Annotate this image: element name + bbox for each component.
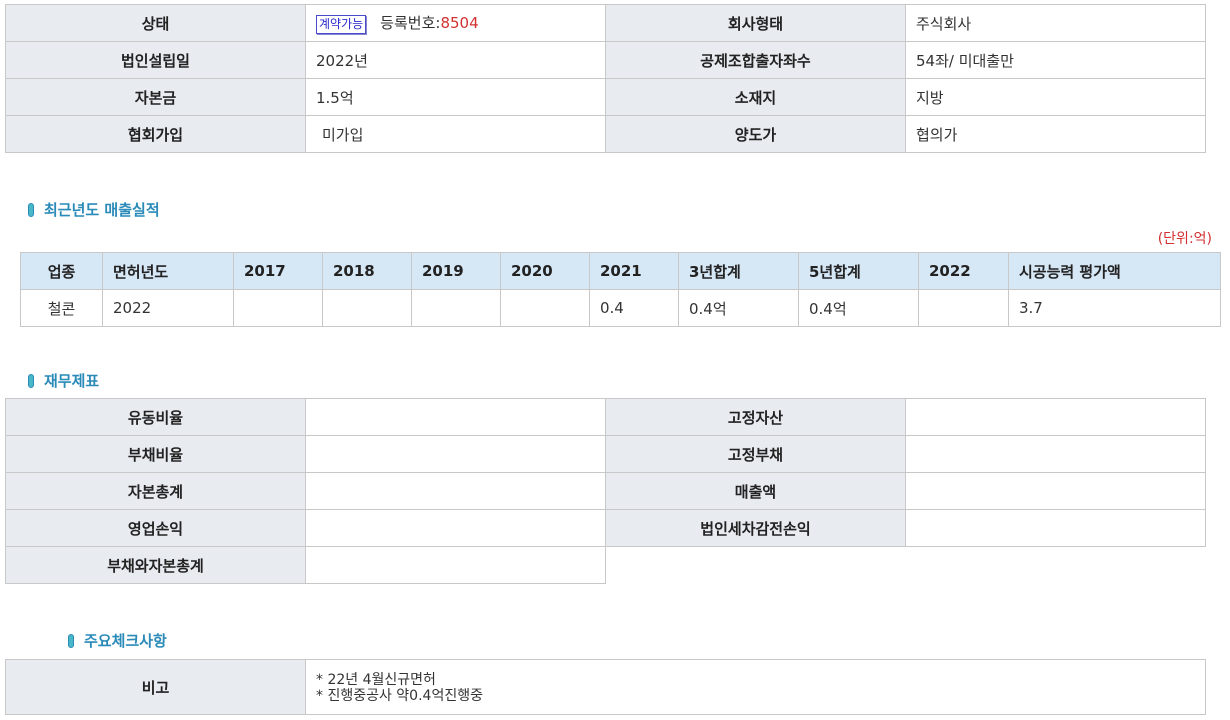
table-cell: 철콘	[20, 289, 103, 327]
company-info-table: 상태 계약가능 등록번호:8504 회사형태 주식회사 법인설립일 2022년 공…	[5, 4, 1206, 153]
table-cell	[233, 289, 323, 327]
table-cell	[411, 289, 501, 327]
sales-title: 최근년도 매출실적	[44, 201, 160, 219]
fin-value	[905, 435, 1206, 473]
table-cell: 0.4억	[798, 289, 919, 327]
table-cell	[918, 289, 1009, 327]
location-value: 지방	[905, 78, 1206, 116]
fin-value	[905, 398, 1206, 436]
notes-section-title: 주요체크사항	[68, 630, 167, 651]
table-row: 부채와자본총계	[5, 546, 1206, 584]
note-line: * 22년 4월신규면허	[316, 672, 436, 688]
finance-table: 유동비율 고정자산 부채비율 고정부채 자본총계 매출액 영업손익 법인세차감전…	[5, 398, 1206, 584]
capital-value: 1.5억	[305, 78, 606, 116]
accounts-label: 공제조합출자좌수	[605, 41, 906, 79]
col-header: 5년합계	[798, 252, 919, 290]
table-row: 유동비율 고정자산	[5, 398, 1206, 436]
fin-value	[305, 398, 606, 436]
assoc-label: 협회가입	[5, 115, 306, 153]
company-type-value: 주식회사	[905, 4, 1206, 42]
table-row: 자본금 1.5억 소재지 지방	[5, 78, 1206, 116]
sales-table: 업종 면허년도 2017 2018 2019 2020 2021 3년합계 5년…	[20, 252, 1221, 327]
fin-value	[305, 546, 606, 584]
col-header: 2019	[411, 252, 501, 290]
notes-title: 주요체크사항	[84, 632, 167, 650]
col-header: 시공능력 평가액	[1008, 252, 1221, 290]
col-header: 업종	[20, 252, 103, 290]
table-row: 협회가입 미가입 양도가 협의가	[5, 115, 1206, 153]
pill-icon	[68, 633, 74, 648]
fin-label: 자본총계	[5, 472, 306, 510]
finance-title: 재무제표	[44, 372, 100, 390]
price-value: 협의가	[905, 115, 1206, 153]
table-cell: 2022	[102, 289, 234, 327]
table-cell: 0.4억	[678, 289, 799, 327]
fin-label: 고정자산	[605, 398, 906, 436]
fin-value	[305, 435, 606, 473]
fin-value	[305, 472, 606, 510]
assoc-value: 미가입	[305, 115, 606, 153]
col-header: 2017	[233, 252, 323, 290]
fin-value	[905, 472, 1206, 510]
table-row: 자본총계 매출액	[5, 472, 1206, 510]
col-header: 2022	[918, 252, 1009, 290]
fin-label: 영업손익	[5, 509, 306, 547]
fin-label: 매출액	[605, 472, 906, 510]
fin-value	[905, 509, 1206, 547]
status-label: 상태	[5, 4, 306, 42]
fin-label: 부채와자본총계	[5, 546, 306, 584]
fin-label: 법인세차감전손익	[605, 509, 906, 547]
empty-cell	[905, 546, 1206, 584]
status-badge[interactable]: 계약가능	[316, 15, 367, 34]
location-label: 소재지	[605, 78, 906, 116]
fin-label: 부채비율	[5, 435, 306, 473]
col-header: 2020	[500, 252, 590, 290]
table-row: 철콘 2022 0.4 0.4억 0.4억 3.7	[20, 289, 1221, 327]
founded-label: 법인설립일	[5, 41, 306, 79]
table-cell	[500, 289, 590, 327]
notes-table: 비고 * 22년 4월신규면허 * 진행중공사 약0.4억진행중	[5, 659, 1206, 715]
reg-number: 8504	[440, 14, 479, 32]
col-header: 3년합계	[678, 252, 799, 290]
fin-value	[305, 509, 606, 547]
unit-label: (단위:억)	[1157, 231, 1212, 247]
sales-section-title: 최근년도 매출실적	[28, 199, 160, 220]
notes-label: 비고	[5, 659, 306, 715]
fin-label: 고정부채	[605, 435, 906, 473]
reg-prefix: 등록번호:	[380, 14, 441, 32]
note-line: * 진행중공사 약0.4억진행중	[316, 688, 483, 704]
status-cell: 계약가능 등록번호:8504	[305, 4, 606, 42]
sales-header-row: 업종 면허년도 2017 2018 2019 2020 2021 3년합계 5년…	[20, 252, 1221, 290]
pill-icon	[28, 373, 34, 388]
finance-section-title: 재무제표	[28, 370, 99, 391]
fin-label: 유동비율	[5, 398, 306, 436]
table-cell: 3.7	[1008, 289, 1221, 327]
table-row: 상태 계약가능 등록번호:8504 회사형태 주식회사	[5, 4, 1206, 42]
table-row: 부채비율 고정부채	[5, 435, 1206, 473]
capital-label: 자본금	[5, 78, 306, 116]
company-type-label: 회사형태	[605, 4, 906, 42]
empty-cell	[605, 546, 906, 584]
accounts-value: 54좌/ 미대출만	[905, 41, 1206, 79]
pill-icon	[28, 202, 34, 217]
col-header: 2021	[589, 252, 679, 290]
table-cell: 0.4	[589, 289, 679, 327]
table-row: 영업손익 법인세차감전손익	[5, 509, 1206, 547]
table-row: 법인설립일 2022년 공제조합출자좌수 54좌/ 미대출만	[5, 41, 1206, 79]
founded-value: 2022년	[305, 41, 606, 79]
table-cell	[322, 289, 412, 327]
table-row: 비고 * 22년 4월신규면허 * 진행중공사 약0.4억진행중	[5, 659, 1206, 715]
notes-value: * 22년 4월신규면허 * 진행중공사 약0.4억진행중	[305, 659, 1206, 715]
price-label: 양도가	[605, 115, 906, 153]
col-header: 2018	[322, 252, 412, 290]
col-header: 면허년도	[102, 252, 234, 290]
